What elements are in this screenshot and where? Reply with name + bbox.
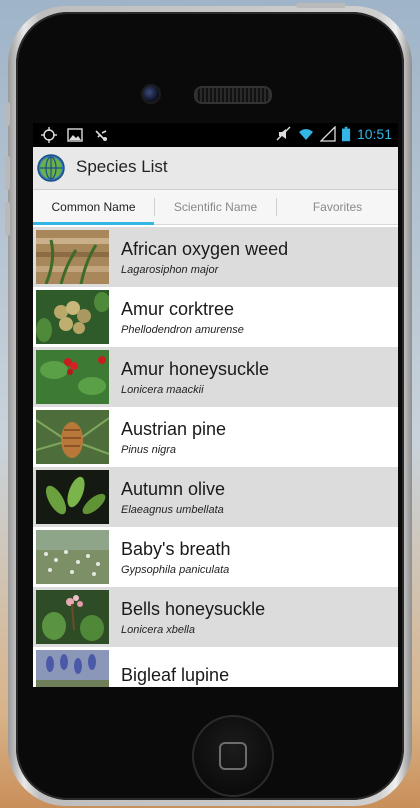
page-title: Species List [76, 157, 168, 176]
species-photo [36, 590, 109, 644]
image-icon [67, 128, 83, 142]
phone-mute-switch [5, 102, 10, 126]
phone-volume-down [5, 202, 10, 236]
signal-icon [319, 126, 336, 142]
list-item[interactable]: Bells honeysuckle Lonicera xbella [33, 587, 398, 647]
tab-scientific-name[interactable]: Scientific Name [155, 190, 276, 224]
common-name: Amur corktree [121, 298, 235, 319]
list-item[interactable]: Baby's breath Gypsophila paniculata [33, 527, 398, 587]
common-name: Baby's breath [121, 538, 231, 559]
species-photo [36, 530, 109, 584]
front-camera [141, 84, 161, 104]
wifi-icon [298, 129, 313, 140]
species-photo [36, 350, 109, 404]
species-photo [36, 410, 109, 464]
species-photo [36, 650, 109, 687]
list-item[interactable]: Amur corktree Phellodendron amurense [33, 287, 398, 347]
scientific-name: Lagarosiphon major [121, 263, 219, 276]
common-name: Austrian pine [121, 418, 227, 439]
scientific-name: Gypsophila paniculata [121, 563, 230, 576]
app-bar: Species List [33, 147, 398, 190]
species-list: African oxygen weed Lagarosiphon major A… [33, 225, 398, 687]
mute-icon [276, 126, 291, 141]
status-time: 10:51 [356, 126, 392, 142]
scientific-name: Lonicera xbella [121, 623, 195, 636]
species-photo [36, 230, 109, 284]
earpiece-speaker [194, 86, 272, 104]
species-photo [36, 290, 109, 344]
list-item[interactable]: Amur honeysuckle Lonicera maackii [33, 347, 398, 407]
battery-icon [341, 126, 351, 142]
list-item[interactable]: Autumn olive Elaeagnus umbellata [33, 467, 398, 527]
home-button[interactable] [192, 715, 274, 797]
phone-power-button [296, 3, 346, 8]
tab-label: Common Name [51, 200, 136, 214]
phone-volume-up [5, 156, 10, 190]
app-screen: 10:51 Species List Common Name Scientifi… [33, 123, 398, 687]
location-target-icon [41, 127, 57, 143]
species-photo [36, 470, 109, 524]
scientific-name: Elaeagnus umbellata [121, 503, 224, 516]
common-name: Bigleaf lupine [121, 664, 230, 685]
list-item[interactable]: Austrian pine Pinus nigra [33, 407, 398, 467]
scientific-name: Lonicera maackii [121, 383, 204, 396]
tab-common-name[interactable]: Common Name [33, 190, 154, 225]
tab-label: Favorites [312, 200, 363, 214]
globe-icon[interactable] [37, 154, 65, 182]
list-item[interactable]: African oxygen weed Lagarosiphon major [33, 227, 398, 287]
common-name: Bells honeysuckle [121, 598, 266, 619]
tab-label: Scientific Name [173, 200, 258, 214]
common-name: African oxygen weed [121, 238, 289, 259]
home-square-icon [219, 742, 247, 770]
common-name: Autumn olive [121, 478, 226, 499]
list-item[interactable]: Bigleaf lupine [33, 647, 398, 687]
common-name: Amur honeysuckle [121, 358, 270, 379]
tab-favorites[interactable]: Favorites [277, 190, 398, 224]
usb-debug-icon [95, 130, 107, 141]
scientific-name: Phellodendron amurense [121, 323, 244, 336]
scientific-name: Pinus nigra [121, 443, 177, 456]
status-bar: 10:51 [33, 123, 398, 147]
tab-bar: Common Name Scientific Name Favorites [33, 190, 398, 225]
